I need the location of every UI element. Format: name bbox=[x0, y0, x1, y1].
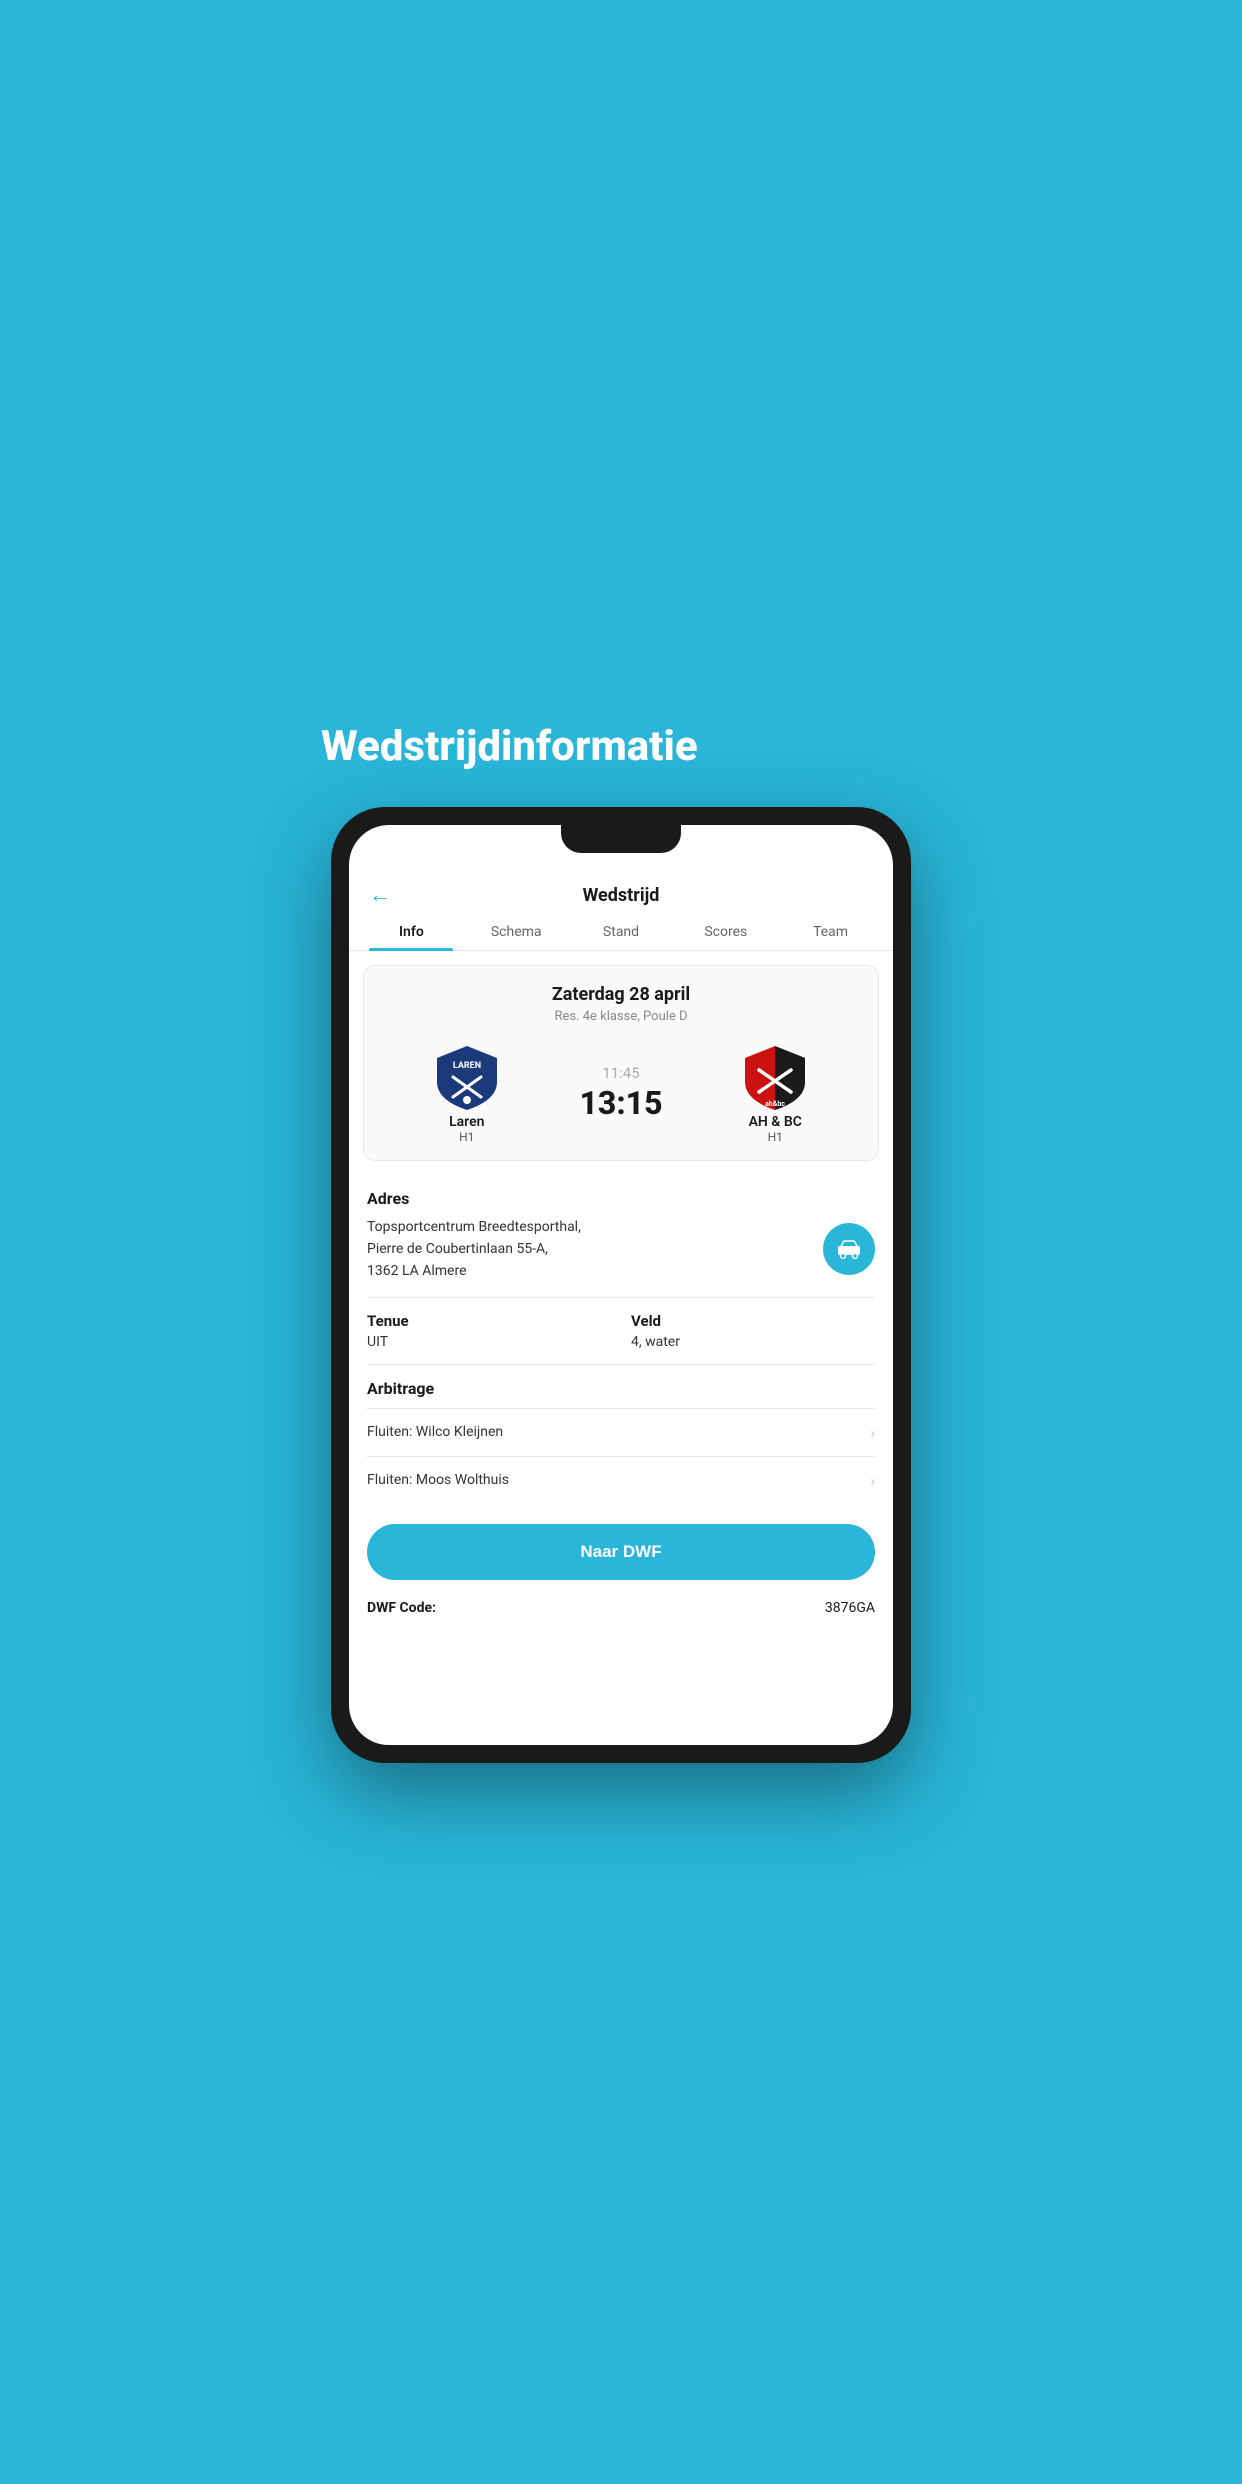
app-content: ← Wedstrijd Info Schema Stand Scores bbox=[349, 825, 893, 1745]
ahbc-logo: ah&bc bbox=[739, 1042, 811, 1114]
outer-wrapper: Wedstrijdinformatie ← Wedstrijd Info Sch… bbox=[311, 722, 931, 1763]
tab-schema[interactable]: Schema bbox=[464, 914, 569, 950]
app-header: ← Wedstrijd bbox=[349, 869, 893, 914]
tenue-value: UIT bbox=[367, 1334, 611, 1350]
match-score: 13:15 bbox=[579, 1084, 662, 1122]
dwf-section: Naar DWF bbox=[349, 1508, 893, 1588]
away-team-sub: H1 bbox=[768, 1130, 783, 1144]
address-section: Adres Topsportcentrum Breedtesporthal, P… bbox=[349, 1175, 893, 1297]
veld-col: Veld 4, water bbox=[631, 1312, 875, 1350]
dwf-code-row: DWF Code: 3876GA bbox=[349, 1588, 893, 1636]
chevron-right-icon-2: › bbox=[870, 1471, 875, 1490]
phone-screen: ← Wedstrijd Info Schema Stand Scores bbox=[349, 825, 893, 1745]
dwf-code-value: 3876GA bbox=[825, 1600, 875, 1616]
veld-value: 4, water bbox=[631, 1334, 875, 1350]
away-team-name: AH & BC bbox=[749, 1114, 802, 1130]
dwf-code-label: DWF Code: bbox=[367, 1600, 436, 1616]
match-date: Zaterdag 28 april bbox=[380, 984, 862, 1005]
arbitrage-name-1: Fluiten: Wilco Kleijnen bbox=[367, 1424, 503, 1440]
tab-scores[interactable]: Scores bbox=[673, 914, 778, 950]
arbitrage-title: Arbitrage bbox=[367, 1379, 875, 1398]
arbitrage-item-2[interactable]: Fluiten: Moos Wolthuis › bbox=[367, 1456, 875, 1504]
arbitrage-item-1[interactable]: Fluiten: Wilco Kleijnen › bbox=[367, 1408, 875, 1456]
header-title: Wedstrijd bbox=[583, 885, 660, 906]
back-button[interactable]: ← bbox=[369, 882, 391, 908]
match-league: Res. 4e klasse, Poule D bbox=[380, 1009, 862, 1024]
dwf-button[interactable]: Naar DWF bbox=[367, 1524, 875, 1580]
address-label: Adres bbox=[367, 1189, 875, 1208]
notch bbox=[561, 825, 681, 853]
home-team-sub: H1 bbox=[459, 1130, 474, 1144]
svg-text:LAREN: LAREN bbox=[453, 1061, 481, 1071]
laren-logo: LAREN bbox=[431, 1042, 503, 1114]
match-teams: LAREN Laren H1 11: bbox=[380, 1042, 862, 1144]
tenue-col: Tenue UIT bbox=[367, 1312, 611, 1350]
home-team: LAREN Laren H1 bbox=[380, 1042, 554, 1144]
home-team-name: Laren bbox=[449, 1114, 484, 1130]
arbitrage-section: Arbitrage Fluiten: Wilco Kleijnen › Flui… bbox=[349, 1365, 893, 1508]
tab-stand[interactable]: Stand bbox=[569, 914, 674, 950]
tab-info[interactable]: Info bbox=[359, 914, 464, 950]
arbitrage-name-2: Fluiten: Moos Wolthuis bbox=[367, 1472, 509, 1488]
tab-bar: Info Schema Stand Scores Team bbox=[349, 914, 893, 951]
address-row: Topsportcentrum Breedtesporthal, Pierre … bbox=[367, 1216, 875, 1283]
address-text: Topsportcentrum Breedtesporthal, Pierre … bbox=[367, 1216, 811, 1283]
car-icon bbox=[836, 1239, 862, 1259]
navigate-button[interactable] bbox=[823, 1223, 875, 1275]
match-time: 11:45 bbox=[602, 1064, 639, 1082]
page-title: Wedstrijdinformatie bbox=[311, 722, 931, 771]
score-section: 11:45 13:15 bbox=[579, 1064, 662, 1122]
phone-frame: ← Wedstrijd Info Schema Stand Scores bbox=[331, 807, 911, 1763]
away-team: ah&bc AH & BC H1 bbox=[688, 1042, 862, 1144]
veld-label: Veld bbox=[631, 1312, 875, 1330]
chevron-right-icon-1: › bbox=[870, 1423, 875, 1442]
match-card: Zaterdag 28 april Res. 4e klasse, Poule … bbox=[363, 965, 879, 1161]
tab-team[interactable]: Team bbox=[778, 914, 883, 950]
tenue-label: Tenue bbox=[367, 1312, 611, 1330]
tenue-veld-row: Tenue UIT Veld 4, water bbox=[349, 1298, 893, 1364]
svg-text:ah&bc: ah&bc bbox=[765, 1100, 785, 1108]
